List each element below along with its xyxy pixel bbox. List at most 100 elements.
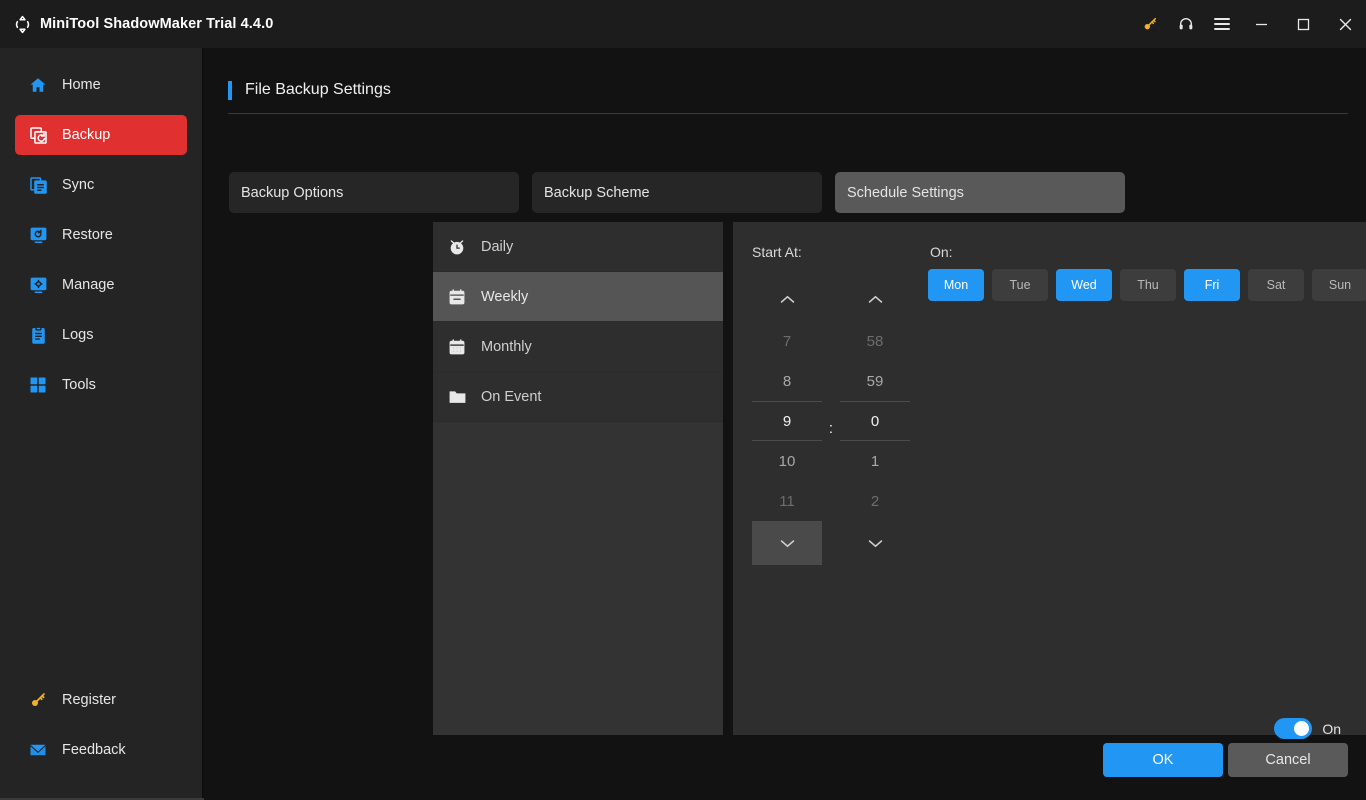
tab-backup-options[interactable]: Backup Options — [229, 172, 519, 213]
backup-icon — [26, 126, 50, 145]
schedule-item-label: On Event — [481, 388, 542, 405]
tools-icon — [26, 376, 50, 394]
key-icon — [26, 691, 50, 709]
minimize-icon[interactable] — [1240, 0, 1282, 48]
sidebar-item-restore[interactable]: Restore — [15, 215, 187, 255]
schedule-type-list: Daily Weekly Monthly On Event — [433, 222, 723, 735]
sidebar-item-logs[interactable]: Logs — [15, 315, 187, 355]
schedule-detail-panel: Start At: On: 7 8 9 10 11: 58 59 0 1 2 … — [733, 222, 1366, 735]
sidebar-item-backup[interactable]: Backup — [15, 115, 187, 155]
sidebar-item-label: Sync — [62, 177, 95, 193]
toggle-knob — [1294, 721, 1310, 736]
application-window: MiniTool ShadowMaker Trial 4.4.0 Home Ba… — [0, 0, 1366, 800]
sidebar-nav: Home Backup Sync Restore Manage Logs Too… — [0, 48, 202, 405]
minute-spinner: 58 59 0 1 2 — [840, 277, 910, 565]
maximize-icon[interactable] — [1282, 0, 1324, 48]
close-icon[interactable] — [1324, 0, 1366, 48]
sidebar-bottom-nav: Register Feedback — [0, 680, 203, 780]
calendar-grid-icon — [446, 338, 468, 356]
shadowmaker-logo-icon — [11, 13, 33, 35]
day-button-mon[interactable]: Mon — [928, 269, 984, 301]
day-button-sun[interactable]: Sun — [1312, 269, 1366, 301]
sidebar-item-label: Home — [62, 77, 101, 93]
sidebar-item-label: Manage — [62, 277, 115, 293]
main-content: File Backup Settings Backup Options Back… — [204, 48, 1366, 800]
schedule-item-weekly[interactable]: Weekly — [433, 272, 723, 322]
home-icon — [26, 76, 50, 94]
time-picker: 7 8 9 10 11 : 58 59 0 1 2 — [752, 277, 910, 565]
schedule-item-label: Weekly — [481, 288, 529, 305]
schedule-item-monthly[interactable]: Monthly — [433, 322, 723, 372]
title-bar-actions — [1132, 0, 1366, 48]
hour-spinner: 7 8 9 10 11 — [752, 277, 822, 565]
menu-icon[interactable] — [1204, 0, 1240, 48]
hour-option[interactable]: 11 — [752, 481, 822, 521]
calendar-icon — [446, 288, 468, 306]
sidebar-item-label: Feedback — [62, 742, 126, 758]
schedule-item-daily[interactable]: Daily — [433, 222, 723, 272]
cancel-button[interactable]: Cancel — [1228, 743, 1348, 777]
schedule-item-label: Monthly — [481, 338, 532, 355]
day-button-sat[interactable]: Sat — [1248, 269, 1304, 301]
hour-option[interactable]: 8 — [752, 361, 822, 401]
minute-up-arrow-icon[interactable] — [840, 277, 910, 321]
folder-icon — [446, 387, 468, 406]
restore-icon — [26, 226, 50, 245]
minute-option[interactable]: 2 — [840, 481, 910, 521]
hour-down-arrow-icon[interactable] — [752, 521, 822, 565]
minute-selected-value[interactable]: 0 — [840, 401, 910, 441]
sidebar-item-label: Register — [62, 692, 116, 708]
hour-selected-value[interactable]: 9 — [752, 401, 822, 441]
sidebar-item-feedback[interactable]: Feedback — [15, 730, 188, 770]
tab-label: Backup Options — [241, 184, 344, 201]
sync-icon — [26, 176, 50, 195]
sidebar-item-home[interactable]: Home — [15, 65, 187, 105]
minute-option[interactable]: 58 — [840, 321, 910, 361]
day-button-tue[interactable]: Tue — [992, 269, 1048, 301]
minute-option[interactable]: 1 — [840, 441, 910, 481]
tab-schedule-settings[interactable]: Schedule Settings — [835, 172, 1125, 213]
schedule-list-empty-area — [433, 422, 723, 735]
hour-option[interactable]: 10 — [752, 441, 822, 481]
day-button-wed[interactable]: Wed — [1056, 269, 1112, 301]
schedule-detail-body: Start At: On: 7 8 9 10 11: 58 59 0 1 2 … — [733, 222, 1366, 735]
sidebar-item-manage[interactable]: Manage — [15, 265, 187, 305]
on-label: On: — [930, 244, 953, 260]
sidebar-item-sync[interactable]: Sync — [15, 165, 187, 205]
page-title: File Backup Settings — [245, 81, 391, 98]
hour-option[interactable]: 7 — [752, 321, 822, 361]
sidebar-item-label: Logs — [62, 327, 94, 343]
tab-label: Backup Scheme — [544, 184, 650, 201]
headset-icon[interactable] — [1168, 0, 1204, 48]
schedule-enable-toggle-group: On — [1274, 718, 1341, 739]
page-title-accent-bar — [228, 81, 232, 100]
mail-icon — [26, 741, 50, 759]
manage-icon — [26, 276, 50, 295]
weekday-selector: Mon Tue Wed Thu Fri Sat Sun — [928, 269, 1366, 301]
page-header: File Backup Settings — [228, 80, 1348, 114]
sidebar-item-label: Tools — [62, 377, 96, 393]
sidebar-item-label: Backup — [62, 127, 111, 143]
sidebar-item-register[interactable]: Register — [15, 680, 188, 720]
minute-option[interactable]: 59 — [840, 361, 910, 401]
time-separator: : — [828, 420, 834, 437]
tab-label: Schedule Settings — [847, 184, 964, 201]
schedule-enable-toggle[interactable] — [1274, 718, 1313, 739]
day-button-fri[interactable]: Fri — [1184, 269, 1240, 301]
sidebar-item-tools[interactable]: Tools — [15, 365, 187, 405]
logs-icon — [26, 325, 50, 345]
tab-backup-scheme[interactable]: Backup Scheme — [532, 172, 822, 213]
key-icon[interactable] — [1132, 0, 1168, 48]
schedule-item-on-event[interactable]: On Event — [433, 372, 723, 422]
start-at-label: Start At: — [752, 244, 802, 260]
title-bar: MiniTool ShadowMaker Trial 4.4.0 — [0, 0, 1366, 48]
toggle-state-label: On — [1322, 720, 1341, 737]
window-title: MiniTool ShadowMaker Trial 4.4.0 — [40, 16, 274, 32]
hour-up-arrow-icon[interactable] — [752, 277, 822, 321]
dialog-actions: OK Cancel — [1103, 743, 1348, 777]
ok-button[interactable]: OK — [1103, 743, 1223, 777]
minute-down-arrow-icon[interactable] — [840, 521, 910, 565]
schedule-item-label: Daily — [481, 238, 514, 255]
sidebar: Home Backup Sync Restore Manage Logs Too… — [0, 48, 203, 798]
day-button-thu[interactable]: Thu — [1120, 269, 1176, 301]
